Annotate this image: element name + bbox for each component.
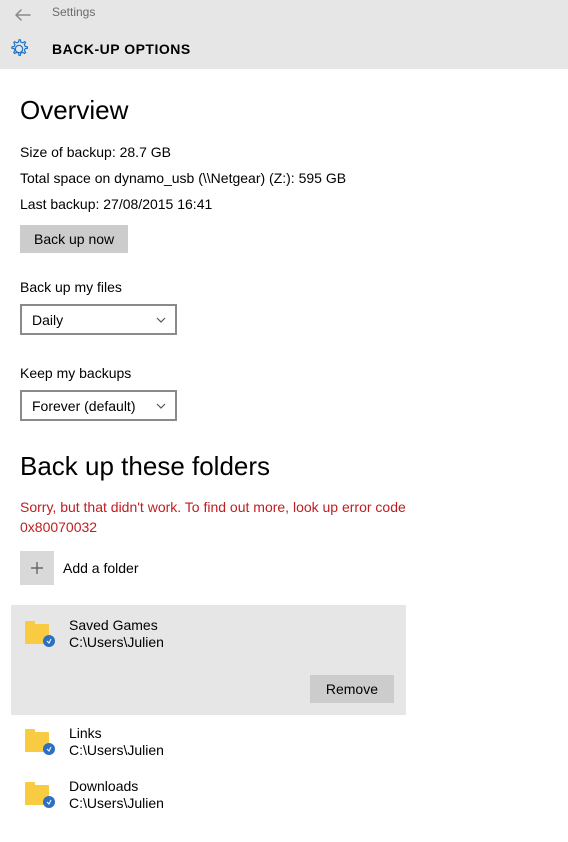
folders-heading: Back up these folders (20, 451, 548, 482)
keep-backups-label: Keep my backups (20, 365, 548, 381)
last-backup-text: Last backup: 27/08/2015 16:41 (20, 196, 548, 212)
folder-path: C:\Users\Julien (69, 795, 164, 812)
keep-backups-value: Forever (default) (32, 398, 135, 414)
total-space-text: Total space on dynamo_usb (\\Netgear) (Z… (20, 170, 548, 186)
folder-item[interactable]: Downloads C:\Users\Julien (20, 768, 548, 822)
backup-frequency-value: Daily (32, 312, 63, 328)
folder-path: C:\Users\Julien (69, 634, 164, 651)
backup-now-button[interactable]: Back up now (20, 225, 128, 253)
remove-button[interactable]: Remove (310, 675, 394, 703)
header-bar: Settings BACK-UP OPTIONS (0, 0, 568, 69)
folder-icon (25, 783, 53, 807)
backup-frequency-dropdown[interactable]: Daily (20, 304, 177, 335)
back-arrow-icon[interactable] (15, 8, 31, 20)
backup-frequency-label: Back up my files (20, 279, 548, 295)
folder-item-selected[interactable]: Saved Games C:\Users\Julien Remove (11, 605, 406, 715)
folder-name: Links (69, 725, 164, 742)
folder-item[interactable]: Links C:\Users\Julien (20, 715, 548, 769)
error-message: Sorry, but that didn't work. To find out… (20, 498, 440, 537)
keep-backups-dropdown[interactable]: Forever (default) (20, 390, 177, 421)
settings-breadcrumb[interactable]: Settings (52, 5, 95, 19)
add-folder-label: Add a folder (63, 560, 139, 576)
folder-name: Downloads (69, 778, 164, 795)
content-area: Overview Size of backup: 28.7 GB Total s… (0, 69, 568, 842)
page-title: BACK-UP OPTIONS (52, 41, 191, 57)
chevron-down-icon (155, 400, 167, 412)
folder-name: Saved Games (69, 617, 164, 634)
overview-heading: Overview (20, 95, 548, 126)
plus-icon (20, 551, 54, 585)
backup-size-text: Size of backup: 28.7 GB (20, 144, 548, 160)
folder-icon (25, 622, 53, 646)
add-folder-button[interactable]: Add a folder (20, 551, 548, 585)
chevron-down-icon (155, 314, 167, 326)
gear-icon (8, 38, 30, 60)
folder-row: Saved Games C:\Users\Julien (20, 617, 164, 651)
